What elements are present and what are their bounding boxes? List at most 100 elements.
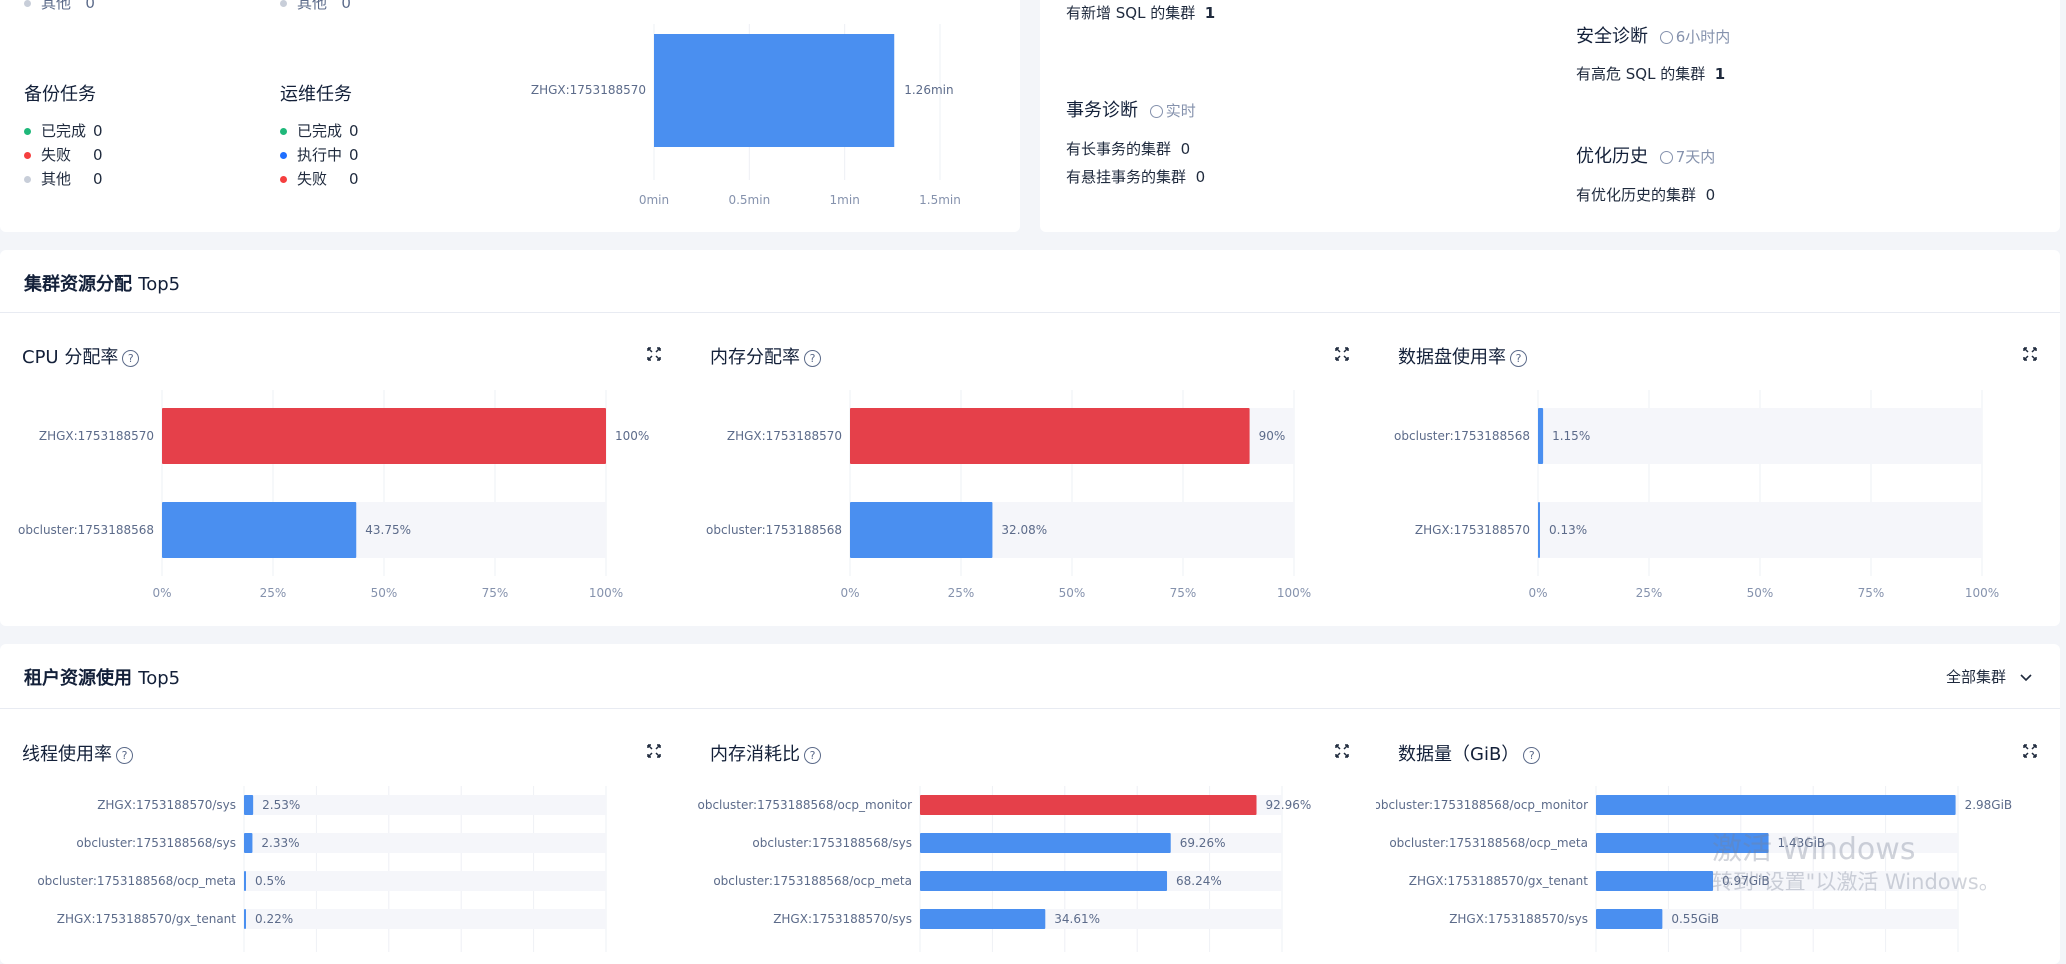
chart-title-text: 线程使用率 [22, 744, 112, 765]
expand-icon[interactable] [2022, 346, 2038, 362]
legend-item: 执行中 0 [280, 144, 359, 165]
expand-icon[interactable] [646, 346, 662, 362]
help-icon[interactable]: ? [116, 746, 133, 764]
hanging-transaction-row: 有悬挂事务的集群 0 [1066, 168, 1206, 186]
bar[interactable] [162, 408, 606, 464]
bar[interactable] [244, 871, 246, 891]
legend-item: 已完成 0 [24, 120, 103, 141]
tick-label: 0% [840, 586, 859, 600]
help-icon[interactable]: ? [804, 349, 821, 367]
cut-legend-1: 其他 0 [24, 0, 95, 13]
bar[interactable] [244, 909, 246, 929]
tick-label: 75% [482, 586, 509, 600]
bar-chart: obcluster:1753188568/ocp_monitor 92.96% ob… [698, 786, 1312, 952]
expand-icon[interactable] [1334, 346, 1350, 362]
value-label: 0.55GiB [1671, 912, 1719, 926]
legend-value: 0 [93, 170, 103, 188]
bar[interactable] [920, 795, 1257, 815]
clock-icon [1659, 31, 1673, 44]
bar-track [1538, 502, 1982, 558]
legend-label: 执行中 [297, 146, 343, 164]
value-label: 2.33% [261, 836, 299, 850]
category-label: ZHGX:1753188570/sys [1449, 912, 1588, 926]
category-label: obcluster:1753188568/ocp_monitor [1376, 798, 1588, 812]
legend-value: 0 [349, 146, 359, 164]
value-label: 68.24% [1176, 874, 1222, 888]
bar[interactable] [1538, 408, 1544, 464]
chart-title-text: 内存消耗比 [710, 744, 800, 765]
cut-legend-2: 其他 0 [280, 0, 351, 13]
value-label: 69.26% [1180, 836, 1226, 850]
bar[interactable] [920, 871, 1168, 891]
value-label: 0.22% [255, 912, 293, 926]
bar-track [244, 909, 606, 929]
clock-icon [1149, 105, 1163, 118]
bar[interactable] [1596, 871, 1714, 891]
legend-item: 失败 0 [280, 168, 359, 189]
tick-label: 75% [1858, 586, 1885, 600]
category-label: obcluster:1753188568/ocp_meta [1389, 836, 1588, 850]
bar[interactable] [920, 833, 1171, 853]
category-label: obcluster:1753188568/sys [752, 836, 912, 850]
bar-chart: 0% 25% 50% 75% 100% ZHGX:1753188570 90% obclust… [706, 390, 1311, 600]
category-label: ZHGX:1753188570 [39, 429, 154, 443]
help-icon[interactable]: ? [1523, 746, 1541, 764]
bar[interactable] [1596, 795, 1956, 815]
category-label: obcluster:1753188568 [18, 523, 154, 537]
transaction-diagnosis-title: 事务诊断 实时 [1066, 100, 1196, 121]
legend-item: 失败 0 [24, 144, 103, 165]
value-label: 2.98GiB [1965, 798, 2013, 812]
new-sql-row: 有新增 SQL 的集群 1 [1066, 4, 1216, 22]
cluster-resource-title: 集群资源分配 Top5 [24, 274, 181, 295]
category-label: obcluster:1753188568/sys [76, 836, 236, 850]
divider [0, 312, 2060, 313]
legend-label: 失败 [297, 170, 328, 188]
value-label: 1.15% [1552, 429, 1590, 443]
bar[interactable] [920, 909, 1046, 929]
value-label: 34.61% [1054, 912, 1100, 926]
chart-title-text: 数据盘使用率 [1398, 347, 1506, 368]
category-label: obcluster:1753188568/ocp_monitor [698, 798, 913, 812]
divider [0, 708, 2060, 709]
bar-chart: ZHGX:1753188570/sys 2.53% obcluster:175318… [37, 786, 607, 952]
expand-icon[interactable] [1334, 743, 1350, 759]
bar[interactable] [1596, 909, 1663, 929]
category-label: ZHGX:1753188570 [531, 83, 646, 97]
tick-label: 50% [1747, 586, 1774, 600]
help-icon[interactable]: ? [1510, 349, 1527, 367]
high-risk-sql-row: 有高危 SQL 的集群 1 [1576, 65, 1726, 83]
bar[interactable] [244, 833, 253, 853]
duration-chart: 0min 0.5min 1min 1.5min ZHGX:1753188570 1.26m… [531, 24, 961, 207]
bar[interactable] [1538, 502, 1540, 558]
value-label: 0.13% [1549, 523, 1587, 537]
tick-label: 100% [1277, 586, 1311, 600]
expand-icon[interactable] [646, 743, 662, 759]
legend-label: 失败 [41, 146, 72, 164]
legend-label: 其他 [41, 170, 72, 188]
bar[interactable] [162, 502, 357, 558]
help-icon[interactable]: ? [122, 349, 140, 367]
category-label: ZHGX:1753188570 [1415, 523, 1530, 537]
chart-title: CPU 分配率? [22, 343, 140, 369]
value-label: 92.96% [1266, 798, 1312, 812]
help-icon[interactable]: ? [804, 746, 821, 764]
value-label: 90% [1259, 429, 1286, 443]
bar[interactable] [850, 502, 993, 558]
value-label: 2.53% [262, 798, 300, 812]
bar[interactable] [244, 795, 254, 815]
legend-label: 已完成 [41, 122, 87, 140]
tick-label: 0% [1528, 586, 1547, 600]
expand-icon[interactable] [2022, 743, 2038, 759]
cluster-filter-dropdown[interactable]: 全部集群 [1946, 666, 2033, 687]
bar-chart: 0% 25% 50% 75% 100% obcluster:1753188568 1.15%… [1394, 390, 1999, 600]
bar[interactable] [850, 408, 1250, 464]
tick-label: 100% [589, 586, 623, 600]
legend-value: 0 [93, 146, 103, 164]
bar[interactable] [654, 34, 895, 147]
value-label: 32.08% [1001, 523, 1047, 537]
category-label: obcluster:1753188568 [1394, 429, 1530, 443]
category-label: obcluster:1753188568/ocp_meta [713, 874, 912, 888]
status-dot [280, 176, 287, 183]
value-label: 1.26min [904, 83, 953, 97]
windows-watermark-title: 激活 Windows [1712, 832, 1916, 867]
